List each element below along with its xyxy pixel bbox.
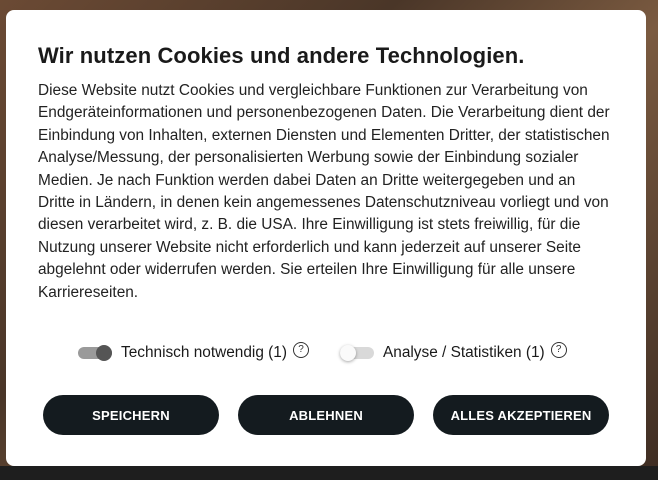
accept-all-button[interactable]: ALLES AKZEPTIEREN	[433, 395, 609, 435]
dialog-title: Wir nutzen Cookies und andere Technologi…	[38, 43, 525, 68]
page-background-strip	[0, 466, 658, 480]
question-circle-icon[interactable]: ?	[292, 342, 309, 358]
question-circle-icon[interactable]: ?	[550, 342, 567, 358]
analytics-switch[interactable]	[340, 342, 374, 364]
reject-button[interactable]: ABLEHNEN	[238, 395, 414, 435]
switch-knob	[96, 345, 112, 361]
switch-knob	[340, 345, 356, 361]
toggle-analytics: Analyse / Statistiken (1) ?	[340, 342, 567, 364]
dialog-description: Diese Website nutzt Cookies und vergleic…	[38, 82, 610, 301]
cookie-consent-dialog: Wir nutzen Cookies und andere Technologi…	[6, 10, 646, 466]
technical-necessary-label: Technisch notwendig (1)	[121, 344, 287, 361]
analytics-label: Analyse / Statistiken (1)	[383, 344, 545, 361]
toggle-technical-necessary: Technisch notwendig (1) ?	[78, 342, 309, 364]
save-button[interactable]: SPEICHERN	[43, 395, 219, 435]
consent-toggles: Technisch notwendig (1) ? Analyse / Stat…	[6, 342, 646, 364]
technical-necessary-switch[interactable]	[78, 342, 112, 364]
consent-buttons: SPEICHERN ABLEHNEN ALLES AKZEPTIEREN	[6, 395, 646, 435]
